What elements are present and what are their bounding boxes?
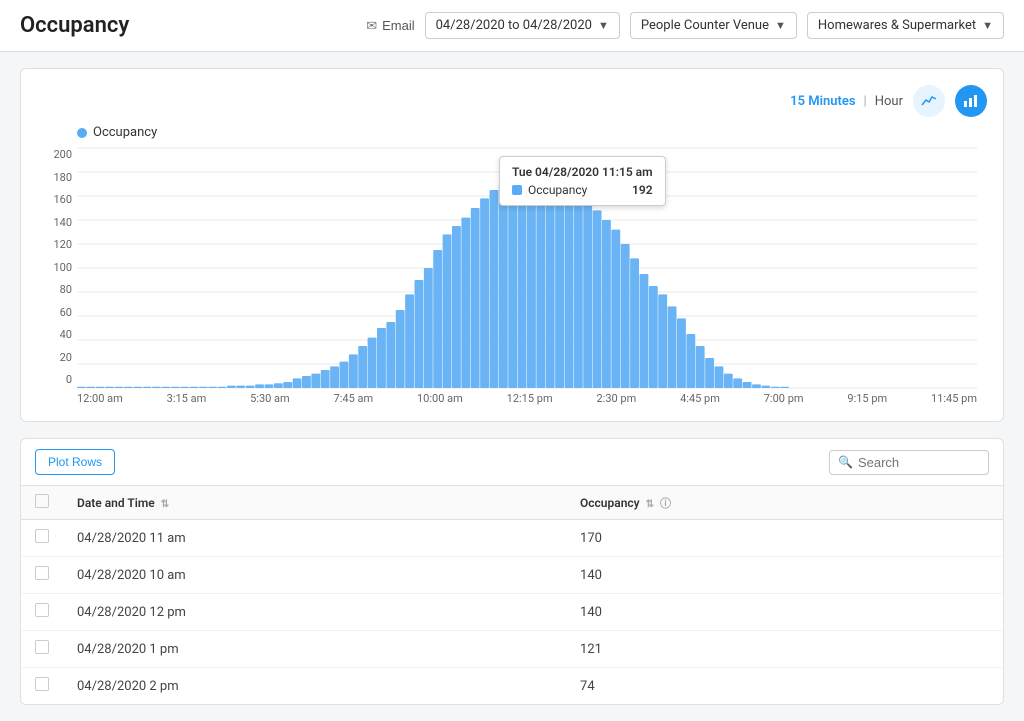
select-all-checkbox[interactable] — [35, 494, 49, 508]
table-body: 04/28/2020 11 am 170 04/28/2020 10 am 14… — [21, 520, 1003, 705]
table-row: 04/28/2020 2 pm 74 — [21, 668, 1003, 705]
cell-datetime: 04/28/2020 2 pm — [63, 668, 566, 705]
y-label-180: 180 — [37, 171, 72, 184]
table-row: 04/28/2020 11 am 170 — [21, 520, 1003, 557]
info-icon[interactable]: ⓘ — [660, 497, 671, 510]
x-axis-labels: 12:00 am 3:15 am 5:30 am 7:45 am 10:00 a… — [77, 392, 977, 405]
row-checkbox-cell — [21, 520, 63, 557]
y-label-80: 80 — [37, 283, 72, 296]
x-label-0: 12:00 am — [77, 392, 123, 405]
x-label-8: 7:00 pm — [764, 392, 804, 405]
x-label-3: 7:45 am — [334, 392, 374, 405]
line-chart-button[interactable] — [913, 85, 945, 117]
date-range-dropdown[interactable]: 04/28/2020 to 04/28/2020 ▼ — [425, 12, 620, 39]
x-label-6: 2:30 pm — [596, 392, 636, 405]
search-input[interactable] — [858, 455, 978, 470]
store-value: Homewares & Supermarket — [818, 18, 976, 33]
table-row: 04/28/2020 12 pm 140 — [21, 594, 1003, 631]
chart-controls: 15 Minutes | Hour — [37, 85, 987, 117]
row-checkbox-cell — [21, 668, 63, 705]
bar-chart-svg — [77, 148, 977, 388]
search-icon: 🔍 — [838, 455, 853, 469]
row-checkbox[interactable] — [35, 603, 49, 617]
email-label: Email — [382, 18, 415, 33]
cell-occupancy: 74 — [566, 668, 1003, 705]
row-checkbox[interactable] — [35, 640, 49, 654]
cell-occupancy: 170 — [566, 520, 1003, 557]
chevron-down-icon: ▼ — [598, 19, 609, 32]
row-checkbox-cell — [21, 557, 63, 594]
interval-controls: 15 Minutes | Hour — [790, 94, 903, 109]
search-container: 🔍 — [829, 450, 989, 475]
data-table: Date and Time ⇅ Occupancy ⇅ ⓘ 04/28/2020… — [21, 486, 1003, 704]
interval-15min[interactable]: 15 Minutes — [790, 94, 855, 109]
table-header-row: Date and Time ⇅ Occupancy ⇅ ⓘ — [21, 486, 1003, 520]
x-label-7: 4:45 pm — [680, 392, 720, 405]
y-label-140: 140 — [37, 216, 72, 229]
row-checkbox-cell — [21, 594, 63, 631]
row-checkbox[interactable] — [35, 566, 49, 580]
cell-datetime: 04/28/2020 10 am — [63, 557, 566, 594]
header-controls: ✉ Email 04/28/2020 to 04/28/2020 ▼ Peopl… — [366, 12, 1004, 39]
x-label-5: 12:15 pm — [507, 392, 553, 405]
legend-label: Occupancy — [93, 125, 157, 140]
y-label-120: 120 — [37, 238, 72, 251]
page-title: Occupancy — [20, 13, 129, 38]
chart-legend: Occupancy — [77, 125, 987, 140]
interval-hour[interactable]: Hour — [875, 94, 903, 109]
bar-chart-icon — [963, 93, 979, 109]
chevron-down-icon: ▼ — [775, 19, 786, 32]
x-label-9: 9:15 pm — [847, 392, 887, 405]
x-label-10: 11:45 pm — [931, 392, 977, 405]
legend-dot — [77, 128, 87, 138]
cell-occupancy: 140 — [566, 557, 1003, 594]
venue-dropdown[interactable]: People Counter Venue ▼ — [630, 12, 797, 39]
y-label-160: 160 — [37, 193, 72, 206]
cell-datetime: 04/28/2020 12 pm — [63, 594, 566, 631]
line-chart-icon — [921, 93, 937, 109]
cell-occupancy: 140 — [566, 594, 1003, 631]
header: Occupancy ✉ Email 04/28/2020 to 04/28/20… — [0, 0, 1024, 52]
interval-divider: | — [864, 94, 867, 109]
cell-datetime: 04/28/2020 11 am — [63, 520, 566, 557]
plot-rows-button[interactable]: Plot Rows — [35, 449, 115, 475]
col-occupancy-header[interactable]: Occupancy ⇅ ⓘ — [566, 486, 1003, 520]
sort-icon: ⇅ — [161, 499, 169, 510]
chart-card: 15 Minutes | Hour Occupancy — [20, 68, 1004, 422]
select-all-header — [21, 486, 63, 520]
table-card: Plot Rows 🔍 Date and Time ⇅ Occupancy ⇅ — [20, 438, 1004, 705]
sort-icon: ⇅ — [646, 499, 654, 510]
date-range-value: 04/28/2020 to 04/28/2020 — [436, 18, 592, 33]
bar-chart-button[interactable] — [955, 85, 987, 117]
row-checkbox[interactable] — [35, 677, 49, 691]
x-label-1: 3:15 am — [167, 392, 207, 405]
y-label-60: 60 — [37, 306, 72, 319]
x-label-2: 5:30 am — [250, 392, 290, 405]
store-dropdown[interactable]: Homewares & Supermarket ▼ — [807, 12, 1004, 39]
email-button[interactable]: ✉ Email — [366, 18, 414, 34]
table-row: 04/28/2020 10 am 140 — [21, 557, 1003, 594]
row-checkbox[interactable] — [35, 529, 49, 543]
col-datetime-header[interactable]: Date and Time ⇅ — [63, 486, 566, 520]
main-content: 15 Minutes | Hour Occupancy — [0, 52, 1024, 721]
y-label-200: 200 — [37, 148, 72, 161]
y-label-20: 20 — [37, 351, 72, 364]
y-label-40: 40 — [37, 328, 72, 341]
y-label-0: 0 — [37, 373, 72, 386]
chevron-down-icon: ▼ — [982, 19, 993, 32]
x-label-4: 10:00 am — [417, 392, 463, 405]
table-toolbar: Plot Rows 🔍 — [21, 439, 1003, 486]
email-icon: ✉ — [366, 18, 377, 34]
y-label-100: 100 — [37, 261, 72, 274]
venue-value: People Counter Venue — [641, 18, 769, 33]
